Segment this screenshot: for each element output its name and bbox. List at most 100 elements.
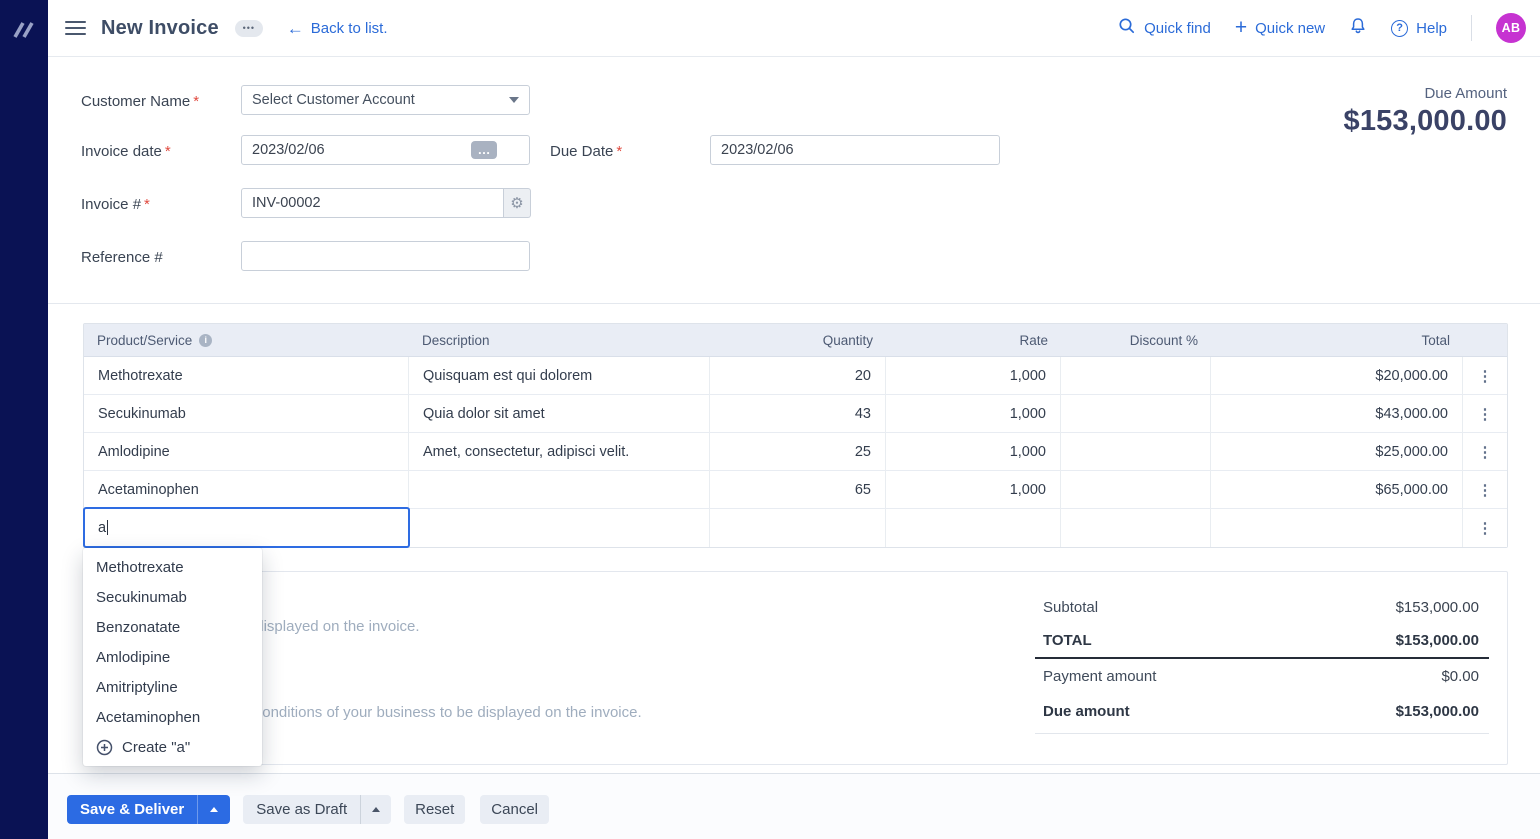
rate-cell[interactable]: 1,000 (886, 471, 1061, 509)
dropdown-option[interactable]: Methotrexate (83, 552, 262, 582)
help-button[interactable]: ? Help (1391, 19, 1447, 37)
product-search-input[interactable]: a (83, 507, 410, 548)
product-cell[interactable]: Secukinumab (84, 395, 409, 433)
reference-number-input[interactable] (241, 241, 530, 271)
description-cell[interactable]: Amet, consectetur, adipisci velit. (409, 433, 710, 471)
footer-action-bar: Save & Deliver Save as Draft Reset Cance… (48, 773, 1540, 839)
topbar-divider (1471, 15, 1472, 41)
dropdown-option[interactable]: Acetaminophen (83, 702, 262, 732)
column-header-product: Product/Service i (84, 324, 409, 357)
invoice-date-label: Invoice date * (81, 143, 171, 160)
total-row: TOTAL $153,000.00 (1035, 624, 1489, 659)
required-marker: * (164, 143, 171, 160)
cancel-button[interactable]: Cancel (480, 795, 549, 824)
back-to-list-link[interactable]: ← Back to list. (287, 20, 388, 37)
total-cell: $43,000.00 (1211, 395, 1463, 433)
more-actions-button[interactable]: ••• (234, 19, 263, 37)
caret-up-icon (210, 807, 219, 812)
row-menu-icon[interactable]: ⋮ (1463, 357, 1507, 395)
quantity-cell[interactable]: 43 (710, 395, 886, 433)
dropdown-option[interactable]: Amitriptyline (83, 672, 262, 702)
column-header-description: Description (409, 324, 710, 357)
user-avatar[interactable]: AB (1496, 13, 1526, 43)
app-rail (0, 0, 48, 839)
due-amount-row: Due amount $153,000.00 (1035, 694, 1489, 729)
rate-cell[interactable]: 1,000 (886, 357, 1061, 395)
due-amount-row-label: Due amount (1043, 703, 1130, 720)
table-row: Secukinumab Quia dolor sit amet 43 1,000… (84, 395, 1507, 433)
row-menu-icon[interactable]: ⋮ (1463, 433, 1507, 471)
rate-cell[interactable] (886, 509, 1061, 547)
subtotal-label: Subtotal (1043, 598, 1099, 616)
quick-find-button[interactable]: Quick find (1118, 17, 1211, 39)
quantity-cell[interactable]: 65 (710, 471, 886, 509)
menu-icon[interactable] (65, 20, 86, 36)
total-value: $153,000.00 (1395, 632, 1479, 649)
payment-amount-label: Payment amount (1043, 668, 1157, 685)
rate-cell[interactable]: 1,000 (886, 395, 1061, 433)
save-as-draft-button[interactable]: Save as Draft (243, 795, 360, 824)
table-new-row: a ⋮ (83, 507, 1507, 548)
row-menu-icon[interactable]: ⋮ (1463, 471, 1507, 509)
dropdown-option[interactable]: Amlodipine (83, 642, 262, 672)
subtotal-value: $153,000.00 (1395, 598, 1479, 616)
page-title: New Invoice (101, 16, 219, 39)
quantity-cell[interactable]: 25 (710, 433, 886, 471)
save-and-deliver-button[interactable]: Save & Deliver (67, 795, 197, 824)
product-cell[interactable]: Acetaminophen (84, 471, 409, 509)
save-as-draft-menu-button[interactable] (360, 795, 391, 824)
help-icon: ? (1391, 19, 1409, 37)
product-cell[interactable]: Amlodipine (84, 433, 409, 471)
total-cell: $25,000.00 (1211, 433, 1463, 471)
description-cell[interactable]: Quisquam est qui dolorem (409, 357, 710, 395)
invoice-number-input[interactable] (241, 188, 504, 218)
customer-select-placeholder: Select Customer Account (252, 92, 415, 108)
discount-cell[interactable] (1061, 509, 1211, 547)
total-cell: $20,000.00 (1211, 357, 1463, 395)
quick-new-label: Quick new (1255, 19, 1326, 37)
quantity-cell[interactable] (710, 509, 886, 547)
gear-icon[interactable]: ⚙ (504, 188, 531, 218)
description-cell[interactable] (409, 509, 710, 547)
date-picker-icon[interactable]: … (471, 141, 497, 159)
app-logo-icon[interactable] (11, 20, 37, 40)
required-marker: * (193, 93, 200, 110)
invoice-page: New Invoice ••• ← Back to list. Quick fi… (0, 0, 1540, 839)
customer-account-select[interactable]: Select Customer Account (241, 85, 530, 115)
rate-cell[interactable]: 1,000 (886, 433, 1061, 471)
info-icon[interactable]: i (199, 333, 213, 347)
discount-cell[interactable] (1061, 433, 1211, 471)
discount-cell[interactable] (1061, 471, 1211, 509)
reset-button[interactable]: Reset (404, 795, 466, 824)
description-cell[interactable] (409, 471, 710, 509)
search-icon (1118, 17, 1136, 39)
save-and-deliver-menu-button[interactable] (197, 795, 230, 824)
required-marker: * (144, 196, 150, 213)
notifications-button[interactable] (1349, 17, 1367, 39)
topbar: New Invoice ••• ← Back to list. Quick fi… (48, 0, 1540, 57)
quick-new-button[interactable]: + Quick new (1235, 17, 1326, 38)
dropdown-option[interactable]: Secukinumab (83, 582, 262, 612)
circle-plus-icon (96, 739, 113, 756)
description-cell[interactable]: Quia dolor sit amet (409, 395, 710, 433)
total-cell (1211, 509, 1463, 547)
row-menu-icon[interactable]: ⋮ (1463, 509, 1507, 547)
text-caret (107, 520, 109, 535)
chevron-down-icon (509, 97, 519, 103)
column-header-discount: Discount % (1061, 324, 1211, 357)
product-cell[interactable]: Methotrexate (84, 357, 409, 395)
due-amount-label: Due Amount (1424, 85, 1507, 102)
table-row: Methotrexate Quisquam est qui dolorem 20… (84, 357, 1507, 395)
column-header-actions (1463, 324, 1507, 357)
row-menu-icon[interactable]: ⋮ (1463, 395, 1507, 433)
bell-icon (1349, 17, 1367, 39)
create-product-option[interactable]: Create "a" (83, 732, 262, 762)
discount-cell[interactable] (1061, 357, 1211, 395)
section-divider (48, 303, 1540, 304)
total-cell: $65,000.00 (1211, 471, 1463, 509)
dropdown-option[interactable]: Benzonatate (83, 612, 262, 642)
discount-cell[interactable] (1061, 395, 1211, 433)
quantity-cell[interactable]: 20 (710, 357, 886, 395)
due-date-input[interactable] (710, 135, 1000, 165)
reference-number-label: Reference # (81, 249, 163, 266)
